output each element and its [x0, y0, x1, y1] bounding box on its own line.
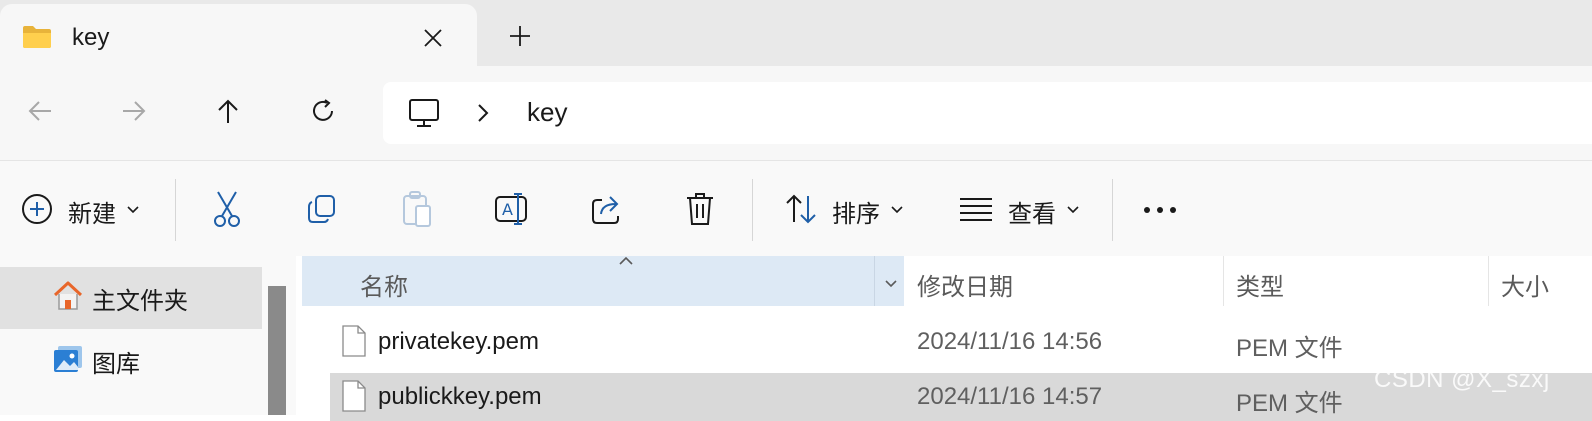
home-icon [52, 280, 84, 317]
share-button[interactable] [590, 187, 624, 235]
address-bar[interactable]: key [383, 82, 1592, 144]
chevron-right-icon[interactable] [475, 102, 491, 129]
sidebar-item-label: 图库 [92, 350, 140, 378]
folder-icon [22, 25, 52, 54]
copy-icon [305, 192, 339, 231]
paste-button[interactable] [400, 187, 434, 235]
plus-icon[interactable] [506, 22, 534, 50]
arrow-right-icon [119, 96, 149, 131]
svg-text:A: A [502, 200, 513, 219]
cut-button[interactable] [210, 187, 244, 235]
up-button[interactable] [204, 89, 252, 137]
view-button[interactable]: 查看 [958, 187, 1080, 235]
column-header-size[interactable]: 大小 [1501, 267, 1549, 302]
delete-button[interactable] [684, 187, 716, 235]
cut-icon [210, 190, 244, 233]
chevron-down-icon [890, 202, 904, 220]
file-icon [342, 380, 366, 417]
paste-icon [400, 190, 434, 233]
back-button[interactable] [16, 89, 64, 137]
file-icon [342, 325, 366, 362]
column-header-name[interactable]: 名称 [302, 256, 904, 306]
forward-button[interactable] [110, 89, 158, 137]
gallery-icon [52, 343, 84, 380]
sort-label: 排序 [832, 200, 880, 228]
toolbar-separator [752, 179, 753, 241]
arrow-left-icon [25, 96, 55, 131]
file-name: publickkey.pem [378, 383, 542, 410]
close-icon[interactable] [420, 25, 446, 51]
sidebar-item-gallery[interactable]: 图库 [0, 330, 262, 392]
column-divider [1488, 256, 1489, 306]
sidebar-item-label: 主文件夹 [92, 287, 188, 315]
refresh-icon [308, 96, 338, 131]
view-label: 查看 [1008, 200, 1056, 228]
plus-circle-icon [20, 192, 54, 231]
file-date: 2024/11/16 14:57 [917, 383, 1103, 410]
more-icon [1142, 202, 1178, 220]
file-type: PEM 文件 [1236, 390, 1343, 417]
refresh-button[interactable] [299, 89, 347, 137]
new-button[interactable]: 新建 [20, 187, 140, 235]
chevron-down-icon[interactable] [884, 276, 898, 294]
tab-strip: key [0, 0, 1592, 66]
sort-ascending-icon [618, 254, 634, 272]
computer-icon[interactable] [407, 96, 441, 135]
tab-key[interactable]: key [0, 4, 477, 66]
sort-icon [784, 192, 818, 231]
share-icon [590, 192, 624, 231]
sort-button[interactable]: 排序 [784, 187, 904, 235]
more-button[interactable] [1142, 187, 1178, 235]
watermark: CSDN @X_szxj [1374, 366, 1550, 393]
list-item[interactable]: privatekey.pem 2024/11/16 14:56 PEM 文件 [330, 318, 1592, 366]
chevron-down-icon [126, 202, 140, 220]
new-label: 新建 [68, 200, 116, 228]
file-type: PEM 文件 [1236, 335, 1343, 362]
arrow-up-icon [213, 96, 243, 131]
breadcrumb-key[interactable]: key [527, 97, 567, 128]
file-date: 2024/11/16 14:56 [917, 328, 1103, 355]
file-name: privatekey.pem [378, 328, 539, 355]
navigation-pane: 主文件夹 图库 [0, 256, 296, 415]
column-header-type[interactable]: 类型 [1236, 267, 1284, 302]
column-divider [1223, 256, 1224, 306]
tab-title: key [72, 24, 110, 51]
toolbar-separator [1112, 179, 1113, 241]
column-header-date[interactable]: 修改日期 [917, 267, 1013, 302]
view-icon [958, 194, 994, 229]
command-bar: 新建 A 排序 查看 [0, 160, 1592, 256]
delete-icon [684, 191, 716, 232]
sidebar-scrollbar[interactable] [268, 286, 286, 415]
chevron-down-icon [1066, 202, 1080, 220]
column-header-label: 名称 [360, 274, 408, 301]
navigation-bar: key [0, 66, 1592, 160]
toolbar-separator [175, 179, 176, 241]
rename-icon: A [494, 192, 530, 231]
rename-button[interactable]: A [494, 187, 530, 235]
sidebar-item-home[interactable]: 主文件夹 [0, 267, 262, 329]
copy-button[interactable] [305, 187, 339, 235]
column-divider [874, 256, 875, 306]
